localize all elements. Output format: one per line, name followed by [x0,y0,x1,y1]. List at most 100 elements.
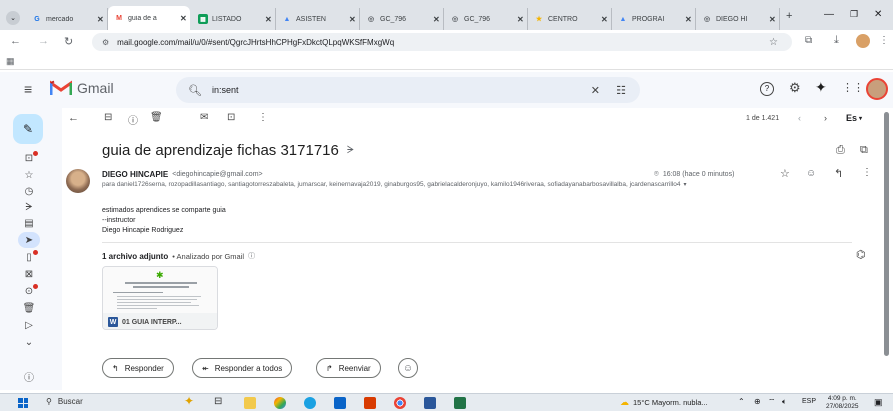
close-tab-icon[interactable]: ✕ [685,15,695,24]
search-options-icon[interactable]: ☷ [616,84,626,97]
tab-mercado[interactable]: G mercado ✕ [26,8,108,30]
sent-icon[interactable]: ➤ [18,232,40,248]
new-tab-button[interactable]: + [786,10,792,22]
tab-gc-796-b[interactable]: ◎ GC_796 ✕ [444,8,528,30]
tab-centro[interactable]: ★ CENTRO ✕ [528,8,612,30]
star-message-icon[interactable]: ☆ [780,167,790,180]
print-icon[interactable]: ⎙ [836,144,845,157]
notifications-icon[interactable]: ▣ [874,397,883,408]
info-icon[interactable]: ⓘ [248,251,255,261]
volume-icon[interactable]: 🔈︎ [782,397,787,407]
minimize-icon[interactable]: — [824,9,834,20]
browser-menu-icon[interactable]: ⋮ [879,35,889,46]
main-menu-icon[interactable]: ≡ [24,81,32,97]
snoozed-icon[interactable]: ◷ [22,184,36,198]
importance-marker-icon[interactable]: ᗒ [347,145,354,156]
network-icon[interactable]: ⊕ [754,397,761,406]
restore-icon[interactable]: ❐ [850,9,858,20]
settings-icon[interactable]: ⚙ [789,80,801,96]
office-icon[interactable] [364,397,376,409]
sender-name[interactable]: DIEGO HINCAPIE [102,170,168,179]
close-tab-icon[interactable]: ✕ [265,15,275,24]
recipients-line[interactable]: para daniel1726serna, rozopadillasantiag… [102,181,822,188]
widgets-icon[interactable]: ✦ [184,394,194,408]
close-tab-icon[interactable]: ✕ [349,15,359,24]
excel-icon[interactable] [454,397,466,409]
outlook-icon[interactable] [334,397,346,409]
archive-icon[interactable]: ⊟ [104,112,112,123]
apps-grid-icon[interactable]: ▦ [6,56,15,67]
close-tab-icon[interactable]: ✕ [180,14,190,23]
address-bar[interactable]: ⚙ mail.google.com/mail/u/0/#sent/QgrcJHr… [92,33,792,51]
mark-unread-icon[interactable]: ✉ [200,112,208,123]
tray-overflow-icon[interactable]: ⌃ [738,397,745,406]
tab-search-button[interactable]: ⌄ [6,11,20,25]
back-icon[interactable]: ← [10,35,21,47]
bookmark-star-icon[interactable]: ☆ [769,37,778,48]
reply-icon[interactable]: ↰ [834,167,843,180]
reply-all-button[interactable]: ↞ Responder a todos [192,358,293,378]
close-tab-icon[interactable]: ✕ [433,15,443,24]
word-icon[interactable] [424,397,436,409]
file-explorer-icon[interactable] [244,397,256,409]
input-language-selector[interactable]: Es ▾ [846,113,862,123]
trash-icon[interactable]: 🗑︎ [22,301,36,315]
drafts-icon[interactable]: ▯ [22,250,38,264]
search-icon[interactable]: 🔍︎ [188,84,202,97]
starred-icon[interactable]: ☆ [22,168,36,182]
sender-avatar[interactable] [66,169,90,193]
emoji-reaction-button[interactable]: ☺ [398,358,418,378]
weather-widget[interactable]: ☁ 15°C Mayorm. nubla... [620,397,708,408]
edge-icon[interactable] [304,397,316,409]
chat-icon[interactable]: ▤ [22,216,36,230]
emoji-react-icon[interactable]: ☺ [806,168,816,179]
download-icon[interactable]: ⤓ [834,34,839,47]
labels-icon[interactable]: ▷ [22,318,36,332]
open-new-window-icon[interactable]: ⧉ [860,144,868,157]
tab-listado[interactable]: ▦ LISTADO ✕ [192,8,276,30]
close-tab-icon[interactable]: ✕ [517,15,527,24]
clear-search-icon[interactable]: ✕ [591,84,600,97]
forward-button[interactable]: ↱ Reenviar [316,358,381,378]
windows-start-icon[interactable] [18,398,28,408]
more-chevron-icon[interactable]: ⌄ [22,335,36,349]
message-more-icon[interactable]: ⋮ [862,167,872,178]
reload-icon[interactable]: ↻ [64,35,73,48]
tab-gc-796-a[interactable]: ◎ GC_796 ✕ [360,8,444,30]
search-bar[interactable]: 🔍︎ in:sent ✕ ☷ [176,77,640,103]
close-window-icon[interactable]: ✕ [874,9,882,20]
show-details-icon[interactable]: ▾ [684,181,687,188]
wifi-icon[interactable]: ⌔ [768,397,776,407]
search-input[interactable]: in:sent [212,85,239,95]
site-info-icon[interactable]: ⚙ [102,38,109,47]
delete-icon[interactable]: 🗑︎ [150,112,163,123]
photos-icon[interactable] [274,397,286,409]
info-icon[interactable]: ⓘ [22,369,36,384]
close-tab-icon[interactable]: ✕ [769,15,779,24]
help-icon[interactable]: ? [760,82,774,96]
inbox-icon[interactable]: ⊡ [22,151,38,165]
gmail-logo[interactable]: Gmail [50,80,114,96]
next-message-icon[interactable]: › [824,113,827,123]
extensions-icon[interactable]: ⧉ [805,35,812,46]
page-scrollbar[interactable] [884,112,889,356]
report-spam-icon[interactable]: ⓘ [128,112,138,127]
attachment-card[interactable]: ✱ W 01 GUIA INTERP... [102,266,218,330]
all-mail-icon[interactable]: ⊠ [22,267,36,281]
compose-button[interactable]: ✎ [13,114,43,144]
reply-button[interactable]: ↰ Responder [102,358,174,378]
keyboard-language[interactable]: ESP [802,398,816,405]
forward-icon[interactable]: → [38,35,49,47]
prev-message-icon[interactable]: ‹ [798,113,801,123]
tab-diego[interactable]: ◎ DIEGO HI ✕ [696,8,780,30]
profile-avatar[interactable] [856,34,870,48]
chrome-icon[interactable] [394,397,406,409]
important-icon[interactable]: ᗒ [22,200,36,214]
add-to-drive-icon[interactable]: ⌬ [856,248,866,261]
more-actions-icon[interactable]: ⋮ [258,112,268,123]
tab-programa[interactable]: ▲ PROGRAI ✕ [612,8,696,30]
move-to-icon[interactable]: ⊡ [227,112,235,123]
clock[interactable]: 4:09 p. m. 27/08/2025 [826,395,859,411]
account-avatar[interactable] [866,78,888,100]
gemini-icon[interactable]: ✦ [815,79,827,96]
